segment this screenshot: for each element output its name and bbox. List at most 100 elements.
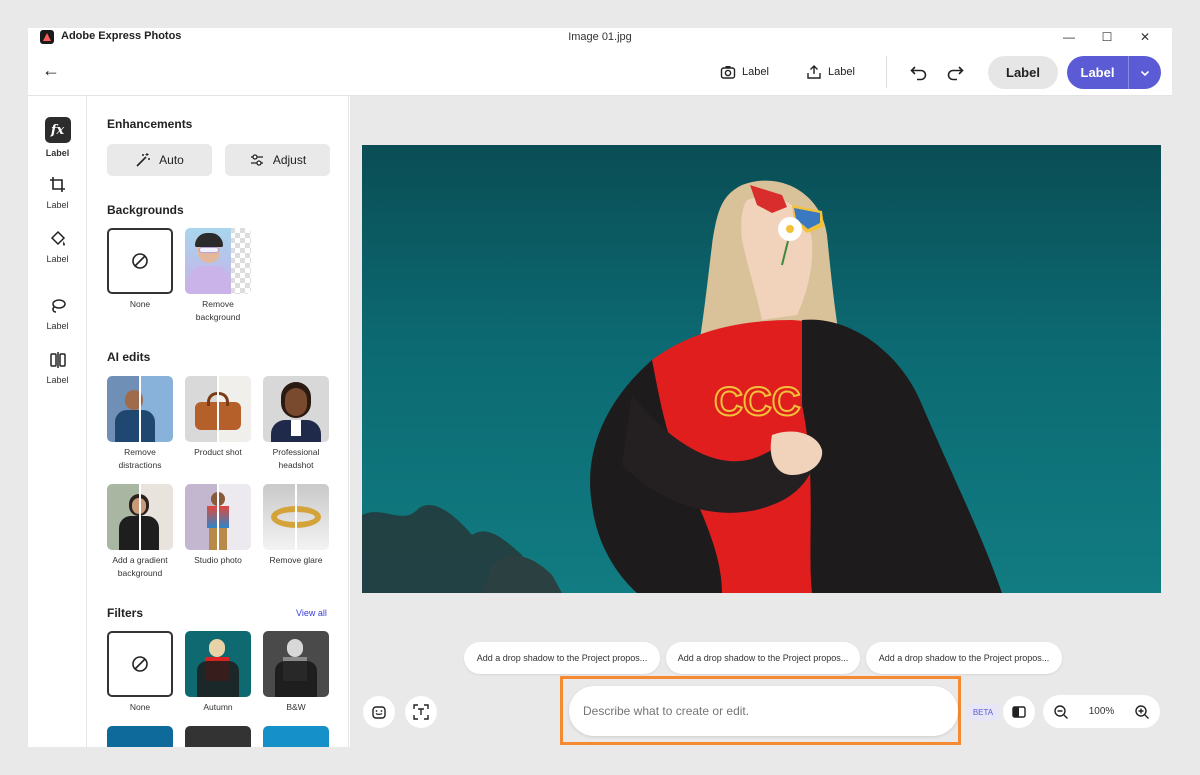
zoom-in-icon[interactable] [1134, 704, 1150, 720]
zoom-control: 100% [1043, 695, 1160, 728]
rail-item-label: Label [46, 321, 69, 331]
suggestion-chip[interactable]: Add a drop shadow to the Project propos.… [866, 642, 1062, 674]
fx-icon: fx [44, 117, 71, 143]
document-title: Image 01.jpg [568, 31, 632, 43]
tile-label: Add a gradient background [112, 555, 168, 578]
professional-headshot-thumbnail [263, 376, 329, 442]
prompt-highlight-frame [560, 676, 961, 745]
window-controls: — ☐ ✕ [1050, 28, 1164, 46]
redo-icon[interactable] [945, 62, 965, 82]
primary-action-button[interactable]: Label [1067, 56, 1161, 89]
sliders-icon [250, 154, 263, 166]
adjust-button[interactable]: Adjust [225, 144, 330, 176]
close-icon[interactable]: ✕ [1126, 28, 1164, 46]
minimize-icon[interactable]: — [1050, 28, 1088, 46]
tile-label: Remove glare [269, 555, 323, 565]
rail-item-compare[interactable]: Label [28, 347, 87, 385]
tool-rail: fx Label Label Label Label Label [28, 96, 87, 747]
header-divider [886, 56, 887, 88]
tile-label: None [129, 702, 151, 712]
ai-edit-tile[interactable]: Product shot [185, 376, 251, 459]
filters-title: Filters [107, 606, 144, 620]
share-label: Label [828, 66, 855, 78]
canvas-area: CCC Add a drop shadow to the Project pro… [350, 96, 1172, 747]
gradient-background-thumbnail [107, 484, 173, 550]
rail-item-crop[interactable]: Label [28, 172, 87, 210]
photo-illustration: CCC [362, 180, 1002, 593]
ai-edit-tile[interactable]: Remove glare [263, 484, 329, 567]
tile-label: Professional headshot [272, 447, 320, 470]
ai-edit-tile[interactable]: Studio photo [185, 484, 251, 567]
split-view-icon [1012, 706, 1026, 718]
chevron-down-icon[interactable] [1128, 56, 1161, 89]
tile-label: B&W [286, 702, 306, 712]
ai-edit-tile[interactable]: Professional headshot [263, 376, 329, 471]
rail-item-select[interactable]: Label [28, 293, 87, 331]
tile-label: Product shot [194, 447, 242, 457]
title-bar: Adobe Express Photos Image 01.jpg — ☐ ✕ [28, 28, 1172, 46]
filter-bw-tile[interactable]: B&W [263, 631, 329, 714]
backgrounds-title: Backgrounds [107, 203, 184, 217]
remove-distractions-thumbnail [107, 376, 173, 442]
tile-label: Autumn [203, 702, 233, 712]
background-none-tile[interactable]: None [107, 228, 173, 311]
auto-button[interactable]: Auto [107, 144, 212, 176]
rail-item-label: Label [45, 148, 70, 158]
compare-icon [49, 352, 66, 368]
filter-autumn-tile[interactable]: Autumn [185, 631, 251, 714]
ai-edits-title: AI edits [107, 350, 151, 364]
studio-photo-thumbnail [185, 484, 251, 550]
snapshot-button[interactable]: Label [720, 62, 769, 82]
app-window: Adobe Express Photos Image 01.jpg — ☐ ✕ … [28, 28, 1172, 747]
undo-icon[interactable] [909, 62, 929, 82]
rail-item-label: Label [46, 375, 69, 385]
app-header: ← Label Label Label Label [28, 46, 1172, 96]
ai-edit-tile[interactable]: Remove distractions [107, 376, 173, 471]
scan-icon [413, 704, 429, 720]
robot-face-icon [372, 706, 386, 719]
prompt-input[interactable] [569, 686, 958, 736]
compare-view-button[interactable] [1003, 696, 1035, 728]
zoom-out-icon[interactable] [1053, 704, 1069, 720]
svg-text:CCC: CCC [714, 380, 801, 424]
remove-background-tile[interactable]: Remove background [185, 228, 251, 323]
filter-thumbnail[interactable] [107, 726, 173, 747]
edited-photo[interactable]: CCC [362, 145, 1161, 593]
none-thumbnail [107, 228, 173, 294]
filter-none-tile[interactable]: None [107, 631, 173, 714]
tile-label: Studio photo [194, 555, 242, 565]
scan-text-button[interactable] [405, 696, 437, 728]
generative-button[interactable] [363, 696, 395, 728]
filter-thumbnail[interactable] [185, 726, 251, 747]
tile-label: Remove distractions [118, 447, 162, 470]
rail-item-label: Label [46, 200, 69, 210]
filter-thumbnail[interactable] [263, 726, 329, 747]
remove-background-thumbnail [185, 228, 251, 294]
maximize-icon[interactable]: ☐ [1088, 28, 1126, 46]
product-shot-thumbnail [185, 376, 251, 442]
magic-wand-icon [136, 153, 151, 167]
upload-icon [807, 65, 821, 79]
camera-icon [720, 66, 736, 79]
paint-bucket-icon [50, 230, 65, 246]
edit-panel: Enhancements Auto Adjust Backgrounds Non… [87, 96, 349, 747]
crop-icon [49, 177, 65, 192]
lasso-icon [51, 299, 66, 313]
no-symbol-icon [132, 253, 148, 269]
tile-label: None [129, 299, 151, 309]
beta-badge: BETA [967, 704, 999, 721]
bw-thumbnail [263, 631, 329, 697]
view-all-link[interactable]: View all [296, 608, 327, 618]
auto-label: Auto [159, 153, 184, 167]
zoom-level: 100% [1088, 706, 1115, 717]
rail-item-effects[interactable]: fx Label [28, 117, 87, 158]
primary-action-label[interactable]: Label [1067, 56, 1128, 89]
secondary-action-button[interactable]: Label [988, 56, 1058, 89]
suggestion-chip[interactable]: Add a drop shadow to the Project propos.… [666, 642, 860, 674]
ai-edit-tile[interactable]: Add a gradient background [107, 484, 173, 579]
rail-item-label: Label [46, 254, 69, 264]
share-button[interactable]: Label [806, 62, 855, 82]
rail-item-fill[interactable]: Label [28, 226, 87, 264]
suggestion-chip[interactable]: Add a drop shadow to the Project propos.… [464, 642, 660, 674]
back-arrow-icon[interactable]: ← [42, 60, 60, 81]
